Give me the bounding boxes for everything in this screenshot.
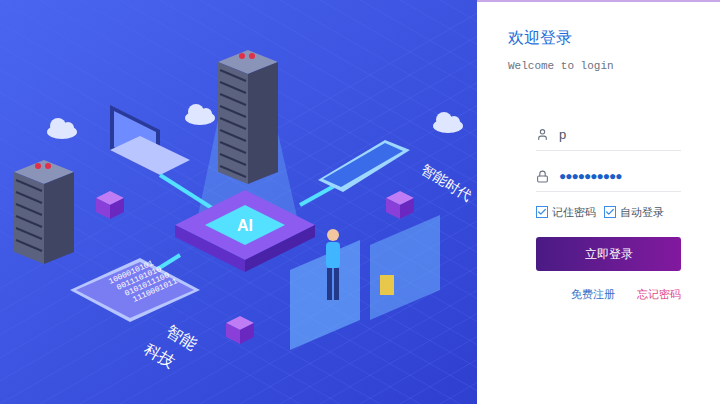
login-subtitle: Welcome to login — [508, 58, 720, 75]
check-icon — [537, 207, 547, 217]
username-field[interactable]: p — [536, 119, 681, 152]
checkbox-label: 自动登录 — [620, 204, 664, 221]
checkbox-label: 记住密码 — [552, 204, 596, 221]
login-page: AI 10000101010011101010010101110011100010… — [0, 0, 720, 404]
login-panel: 欢迎登录 Welcome to login p ●●●●●●●●●● 记住密码 自动登录立… — [477, 0, 720, 404]
svg-text:1110001011: 1110001011 — [131, 276, 179, 304]
user-icon — [536, 128, 549, 141]
password-value: ●●●●●●●●●● — [559, 167, 621, 185]
slogan-label: 科技 — [141, 340, 177, 371]
phone-icon — [318, 140, 410, 192]
username-value: p — [559, 125, 566, 145]
ai-chip: AI — [175, 190, 315, 272]
person-icon — [326, 229, 340, 300]
server-icon — [14, 160, 74, 264]
slogan-label: 智能 — [163, 322, 199, 353]
checkbox[interactable] — [536, 206, 548, 218]
cards-icon — [290, 215, 440, 350]
illustration: AI 10000101010011101010010101110011100010… — [0, 0, 477, 404]
server-icon — [218, 50, 278, 184]
checkbox-option[interactable]: 自动登录 — [604, 204, 664, 221]
cloud-icon — [47, 118, 77, 139]
svg-text:AI: AI — [237, 217, 253, 234]
lock-icon — [536, 170, 549, 183]
login-title: 欢迎登录 — [508, 28, 720, 48]
tablet-icon: 1000010101001110101001010111001110001011 — [70, 258, 200, 322]
cube-icon — [386, 191, 414, 219]
login-button[interactable]: 立即登录 — [536, 237, 681, 271]
check-icon — [605, 207, 615, 217]
cube-icon — [96, 191, 124, 219]
checkbox-option[interactable]: 记住密码 — [536, 204, 596, 221]
cube-icon — [226, 316, 254, 344]
cloud-icon — [185, 104, 215, 125]
era-label: 智能时代 — [418, 161, 474, 204]
links-row: 免费注册 忘记密码 — [536, 286, 681, 303]
link[interactable]: 忘记密码 — [637, 286, 681, 303]
options-row: 记住密码 自动登录 — [536, 204, 681, 221]
cloud-icon — [433, 112, 463, 133]
password-field[interactable]: ●●●●●●●●●● — [536, 161, 681, 192]
tech-illustration: AI 10000101010011101010010101110011100010… — [0, 0, 477, 404]
link[interactable]: 免费注册 — [571, 286, 615, 303]
laptop-icon — [110, 105, 190, 175]
login-form: p ●●●●●●●●●● 记住密码 自动登录立即登录免费注册 忘记密码 — [536, 119, 681, 303]
checkbox[interactable] — [604, 206, 616, 218]
